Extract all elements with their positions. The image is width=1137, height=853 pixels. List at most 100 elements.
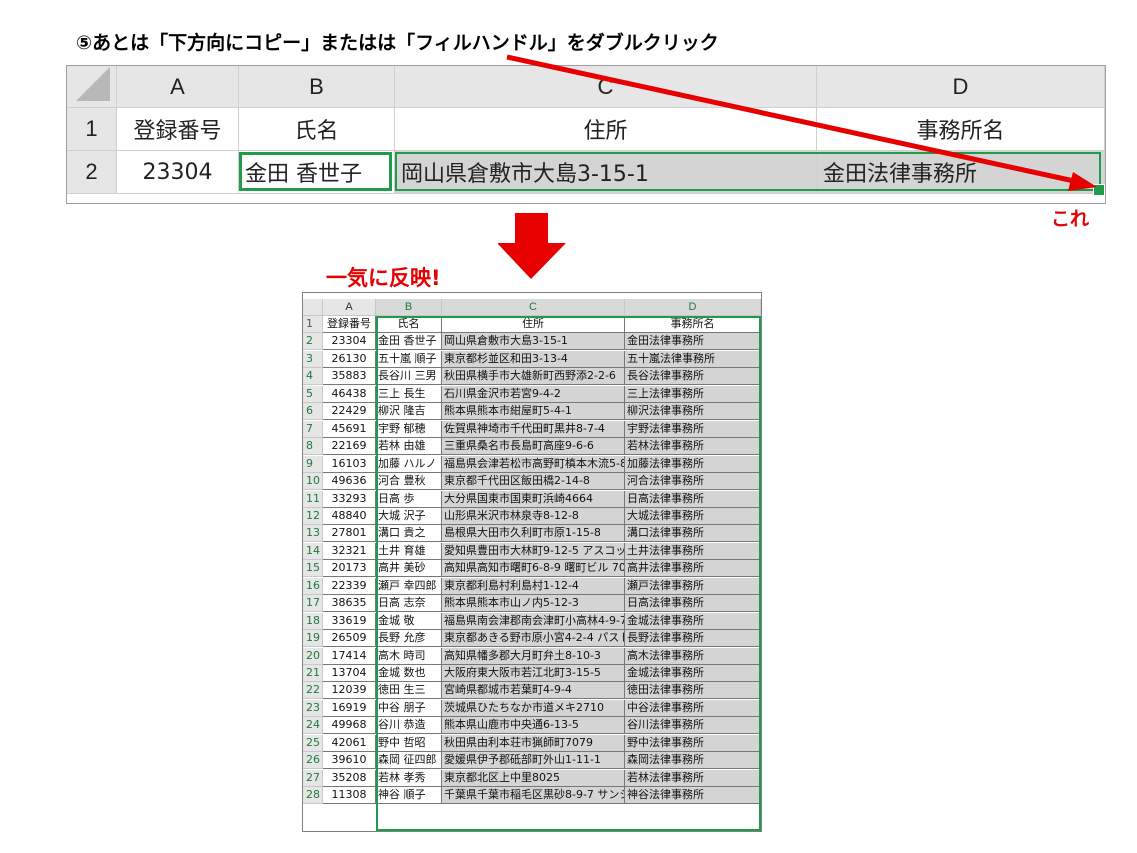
table-cell[interactable]: 東京都杉並区和田3-13-4 (442, 350, 625, 368)
row-header[interactable]: 9 (303, 455, 323, 473)
table-cell[interactable]: 日高 志奈 (376, 595, 442, 613)
table-cell[interactable]: 38635 (323, 595, 376, 613)
table-cell[interactable]: 熊本県山鹿市中央通6-13-5 (442, 717, 625, 735)
table-cell[interactable]: 熊本県熊本市紺屋町5-4-1 (442, 403, 625, 421)
table-cell[interactable]: 高木 時司 (376, 647, 442, 665)
table-cell[interactable]: 13704 (323, 665, 376, 682)
table-cell[interactable]: 46438 (323, 385, 376, 403)
row-header[interactable]: 3 (303, 350, 323, 368)
table-cell[interactable]: 金城法律事務所 (625, 665, 761, 682)
table-cell[interactable]: 22339 (323, 577, 376, 595)
table-cell[interactable]: 登録番号 (323, 316, 376, 333)
table-cell[interactable]: 柳沢法律事務所 (625, 403, 761, 421)
table-cell[interactable]: 22429 (323, 403, 376, 421)
table-cell[interactable]: 河合 豊秋 (376, 473, 442, 491)
table-cell[interactable]: 45691 (323, 420, 376, 438)
table-cell[interactable]: 島根県大田市久利町市原1-15-8 (442, 525, 625, 543)
table-cell[interactable]: 大城法律事務所 (625, 507, 761, 525)
table-cell[interactable]: 16103 (323, 455, 376, 473)
table-cell[interactable]: 長野 允彦 (376, 630, 442, 648)
table-cell[interactable]: 若林法律事務所 (625, 438, 761, 456)
row-header[interactable]: 13 (303, 525, 323, 543)
column-header-a[interactable]: A (323, 299, 376, 316)
table-cell[interactable]: 氏名 (376, 316, 442, 333)
table-cell[interactable]: 39610 (323, 752, 376, 770)
table-cell[interactable]: 若林 由雄 (376, 438, 442, 456)
table-cell[interactable]: 高木法律事務所 (625, 647, 761, 665)
table-cell[interactable]: 瀬戸法律事務所 (625, 577, 761, 595)
table-cell[interactable]: 秋田県由利本荘市猟師町7079 (442, 734, 625, 752)
table-cell[interactable]: 三重県桑名市長島町高座9-6-6 (442, 438, 625, 456)
table-cell[interactable]: 東京都利島村利島村1-12-4 (442, 577, 625, 595)
table-cell[interactable]: 33293 (323, 490, 376, 508)
table-cell[interactable]: 愛媛県伊予郡砥部町外山1-11-1 (442, 752, 625, 770)
table-cell[interactable]: 27801 (323, 525, 376, 543)
table-cell[interactable]: 森岡法律事務所 (625, 752, 761, 770)
table-cell[interactable]: 東京都あきる野市原小宮4-2-4 パスト (442, 630, 625, 648)
table-cell[interactable]: 11308 (323, 787, 376, 805)
table-cell[interactable]: 大分県国東市国東町浜崎4664 (442, 490, 625, 508)
table-cell[interactable]: 愛知県豊田市大林町9-12-5 アスコッ (442, 542, 625, 560)
table-cell[interactable]: 金田 香世子 (376, 333, 442, 351)
table-cell[interactable]: 東京都千代田区飯田橋2-14-8 (442, 473, 625, 491)
table-cell[interactable]: 森岡 征四郎 (376, 752, 442, 770)
table-cell[interactable]: 加藤法律事務所 (625, 455, 761, 473)
table-cell[interactable]: 中谷 朋子 (376, 699, 442, 717)
row-header[interactable]: 23 (303, 699, 323, 717)
table-cell[interactable]: 49968 (323, 717, 376, 735)
table-cell[interactable]: 日高法律事務所 (625, 490, 761, 508)
table-cell[interactable]: 三上法律事務所 (625, 385, 761, 403)
table-cell[interactable]: 福島県南会津郡南会津町小高林4-9-7 (442, 612, 625, 630)
row-header[interactable]: 5 (303, 385, 323, 403)
row-header[interactable]: 6 (303, 403, 323, 421)
table-cell[interactable]: 野中 哲昭 (376, 734, 442, 752)
table-cell[interactable]: 徳田法律事務所 (625, 682, 761, 700)
table-cell[interactable]: 事務所名 (625, 316, 761, 333)
row-header[interactable]: 14 (303, 542, 323, 560)
row-header[interactable]: 8 (303, 438, 323, 456)
table-cell[interactable]: 20173 (323, 560, 376, 578)
row-header[interactable]: 2 (303, 333, 323, 351)
table-cell[interactable]: 東京都北区上中里8025 (442, 769, 625, 787)
table-cell[interactable]: 23304 (323, 333, 376, 351)
table-cell[interactable]: 16919 (323, 699, 376, 717)
table-cell[interactable]: 金城 数也 (376, 665, 442, 682)
table-cell[interactable]: 溝口法律事務所 (625, 525, 761, 543)
table-cell[interactable]: 住所 (442, 316, 625, 333)
table-cell[interactable]: 石川県金沢市若宮9-4-2 (442, 385, 625, 403)
table-cell[interactable]: 長野法律事務所 (625, 630, 761, 648)
table-cell[interactable]: 35208 (323, 769, 376, 787)
table-cell[interactable]: 22169 (323, 438, 376, 456)
table-cell[interactable]: 日高法律事務所 (625, 595, 761, 613)
table-cell[interactable]: 土井 育雄 (376, 542, 442, 560)
table-cell[interactable]: 金城 敬 (376, 612, 442, 630)
row-header[interactable]: 20 (303, 647, 323, 665)
table-cell[interactable]: 大阪府東大阪市若江北町3-15-5 (442, 665, 625, 682)
table-cell[interactable]: 若林 孝秀 (376, 769, 442, 787)
table-cell[interactable]: 金城法律事務所 (625, 612, 761, 630)
row-header[interactable]: 24 (303, 717, 323, 735)
table-cell[interactable]: 宇野法律事務所 (625, 420, 761, 438)
table-cell[interactable]: 土井法律事務所 (625, 542, 761, 560)
table-cell[interactable]: 大城 沢子 (376, 507, 442, 525)
table-cell[interactable]: 若林法律事務所 (625, 769, 761, 787)
table-cell[interactable]: 溝口 貴之 (376, 525, 442, 543)
table-cell[interactable]: 32321 (323, 542, 376, 560)
row-header[interactable]: 18 (303, 612, 323, 630)
table-cell[interactable]: 神谷 順子 (376, 787, 442, 805)
row-header[interactable]: 26 (303, 752, 323, 770)
row-header[interactable]: 15 (303, 560, 323, 578)
row-header[interactable]: 12 (303, 507, 323, 525)
table-cell[interactable]: 五十嵐 順子 (376, 350, 442, 368)
table-cell[interactable]: 河合法律事務所 (625, 473, 761, 491)
table-cell[interactable]: 49636 (323, 473, 376, 491)
table-cell[interactable]: 高知県高知市曙町6-8-9 曙町ビル 701 (442, 560, 625, 578)
table-cell[interactable]: 五十嵐法律事務所 (625, 350, 761, 368)
row-header[interactable]: 7 (303, 420, 323, 438)
row-header[interactable]: 21 (303, 665, 323, 682)
row-header[interactable]: 16 (303, 577, 323, 595)
table-cell[interactable]: 金田法律事務所 (625, 333, 761, 351)
table-cell[interactable]: 26509 (323, 630, 376, 648)
row-header[interactable]: 22 (303, 682, 323, 700)
table-cell[interactable]: 加藤 ハルノ (376, 455, 442, 473)
